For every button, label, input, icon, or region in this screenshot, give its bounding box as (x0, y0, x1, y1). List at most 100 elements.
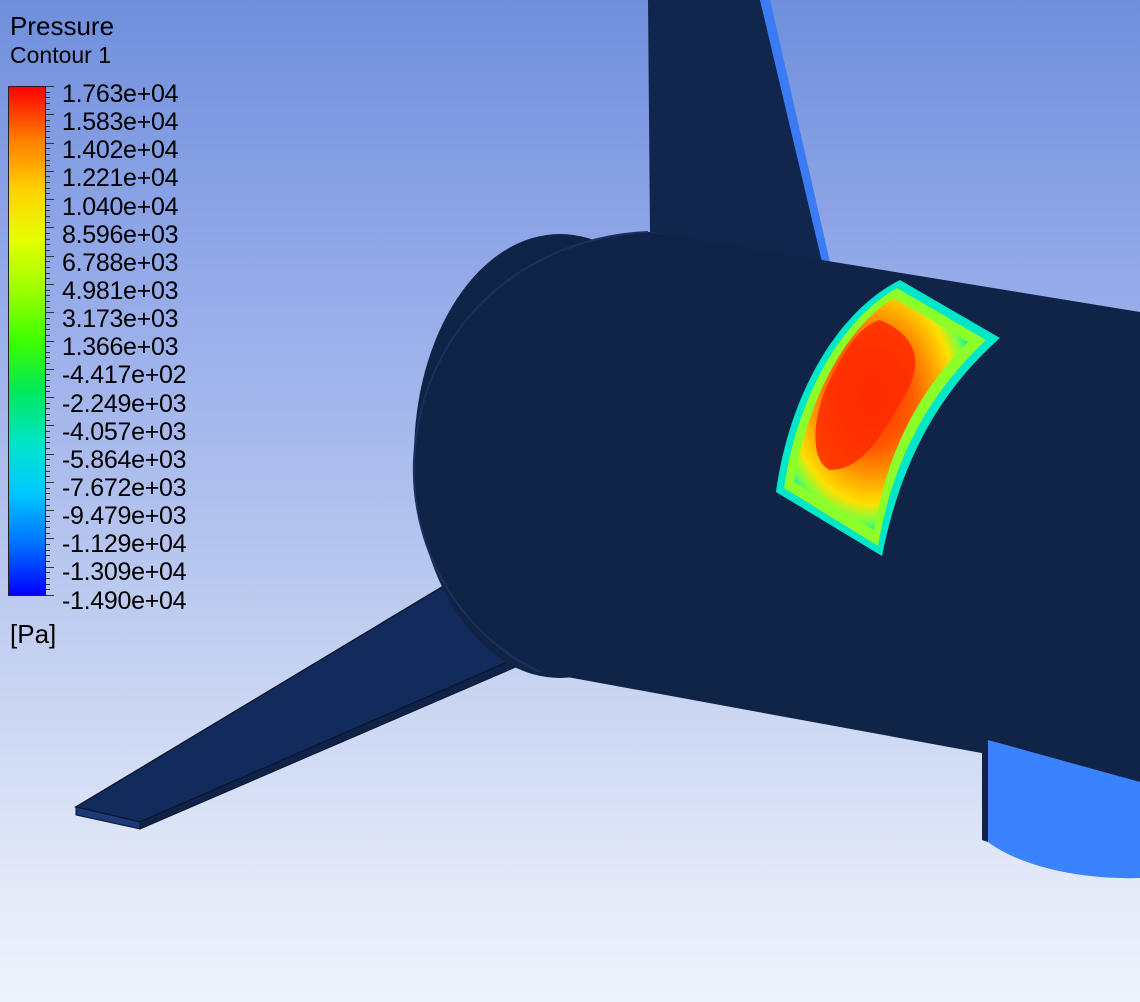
legend-title: Pressure (10, 11, 115, 41)
legend-value-label: 1.040e+04 (62, 192, 179, 221)
legend-tick (46, 131, 50, 133)
legend-tick (46, 498, 50, 500)
legend-tick (46, 221, 50, 223)
legend-tick (46, 283, 54, 285)
legend-tick (46, 227, 54, 229)
legend-tick (46, 102, 50, 104)
legend-tick (46, 86, 54, 87)
legend-tick (46, 261, 50, 263)
legend-tick (46, 549, 50, 551)
legend-tick (46, 244, 50, 246)
legend-tick (46, 233, 50, 235)
legend-tick (46, 538, 54, 540)
legend-tick (46, 521, 50, 523)
legend-tick (46, 447, 50, 449)
legend-tick (46, 430, 50, 432)
legend-tick (46, 436, 50, 438)
legend-tick (46, 493, 50, 495)
legend-tick (46, 210, 50, 212)
legend-tick (46, 515, 50, 517)
legend-tick (46, 504, 50, 506)
legend-tick (46, 481, 54, 483)
legend-tick (46, 250, 50, 251)
legend-tick (46, 255, 54, 257)
legend-tick (46, 238, 50, 240)
legend-tick (46, 165, 50, 167)
legend-colorbar (8, 86, 46, 596)
legend-value-label: -4.057e+03 (62, 417, 187, 446)
legend-tick (46, 108, 50, 110)
lower-right-surface-edge (982, 736, 988, 842)
legend-tick (46, 334, 50, 336)
legend-tick (46, 159, 50, 161)
legend-value-label: 1.583e+04 (62, 108, 179, 137)
legend-tick (46, 391, 50, 393)
legend-value-label: -1.129e+04 (62, 530, 187, 559)
legend-tick (46, 148, 50, 150)
legend-tick (46, 204, 50, 206)
legend-tick (46, 357, 50, 359)
legend-value-label: 1.221e+04 (62, 164, 179, 193)
legend-tick (46, 193, 50, 195)
legend-tick (46, 300, 50, 302)
legend-tick (46, 114, 54, 116)
legend-tick (46, 544, 50, 546)
legend-tick (46, 317, 50, 319)
legend-tick (46, 125, 50, 127)
legend-tick (46, 368, 54, 370)
legend-tick (46, 589, 50, 591)
legend-tick (46, 346, 50, 348)
legend-tick (46, 476, 50, 478)
legend-tick (46, 510, 54, 512)
fuselage-front-face (414, 234, 706, 678)
legend-tick (46, 453, 54, 455)
legend-tick (46, 176, 50, 178)
legend-tick (46, 578, 50, 580)
legend-tick (46, 295, 50, 297)
legend-value-label: 1.366e+03 (62, 333, 179, 362)
legend-tick (46, 561, 50, 563)
legend-value-label: 1.402e+04 (62, 136, 179, 165)
top-fin (648, 0, 828, 263)
legend-tick (46, 170, 54, 172)
legend-tick (46, 199, 54, 201)
legend-tick (46, 363, 50, 365)
color-legend: Pressure Contour 1 1.763e+04 1.583e+04 1… (0, 0, 260, 660)
legend-tick (46, 572, 50, 574)
legend-tick (46, 527, 50, 529)
legend-tick (46, 266, 50, 268)
legend-tick (46, 425, 54, 427)
legend-tick (46, 323, 50, 325)
legend-tick (46, 402, 50, 404)
legend-value-label: 6.788e+03 (62, 248, 179, 277)
legend-value-label: -5.864e+03 (62, 445, 187, 474)
legend-value-label: 4.981e+03 (62, 276, 179, 305)
legend-value-label: -2.249e+03 (62, 389, 187, 418)
legend-tick (46, 329, 50, 331)
legend-value-label: -9.479e+03 (62, 502, 187, 531)
legend-tick (46, 487, 50, 489)
legend-tick (46, 187, 50, 189)
legend-tick (46, 312, 54, 314)
legend-tick (46, 419, 50, 421)
legend-tick (46, 555, 50, 557)
legend-tick (46, 97, 50, 99)
legend-subtitle: Contour 1 (10, 42, 112, 68)
legend-ticks (46, 86, 54, 596)
legend-tick (46, 278, 50, 280)
legend-tick (46, 583, 50, 585)
legend-tick (46, 595, 54, 596)
legend-value-label: -4.417e+02 (62, 361, 187, 390)
legend-tick (46, 136, 50, 138)
legend-value-label: 3.173e+03 (62, 305, 179, 334)
legend-tick (46, 414, 50, 416)
legend-tick (46, 216, 50, 218)
legend-tick (46, 397, 54, 399)
legend-tick (46, 153, 50, 155)
legend-value-label: 1.763e+04 (62, 80, 179, 108)
legend-value-label: -1.490e+04 (62, 586, 187, 615)
legend-tick (46, 119, 50, 121)
legend-tick (46, 459, 50, 461)
legend-tick (46, 566, 54, 568)
legend-tick (46, 289, 50, 291)
